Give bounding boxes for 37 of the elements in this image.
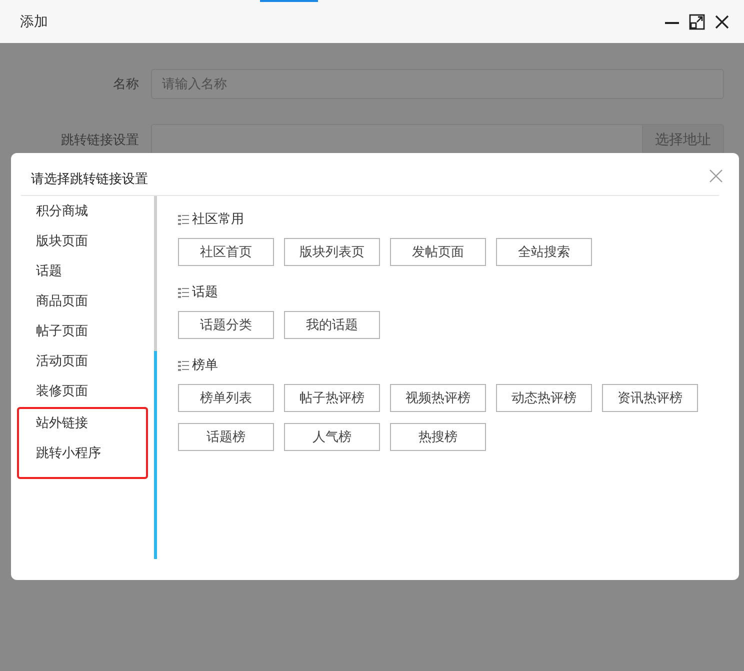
link-option-button[interactable]: 人气榜 — [284, 423, 380, 451]
list-icon[interactable] — [178, 286, 189, 298]
link-option-button[interactable]: 视频热评榜 — [390, 384, 486, 412]
link-option-button[interactable]: 社区首页 — [178, 238, 274, 266]
sidebar-item[interactable]: 话题 — [21, 257, 147, 287]
tab-indicator — [260, 0, 318, 2]
link-option-button[interactable]: 话题榜 — [178, 423, 274, 451]
list-icon[interactable] — [178, 360, 189, 370]
link-option-button[interactable]: 发帖页面 — [390, 238, 486, 266]
sidebar-item[interactable]: 装修页面 — [21, 377, 147, 407]
sidebar-item[interactable]: 站外链接 — [21, 409, 146, 439]
scrollbar[interactable] — [154, 196, 157, 559]
window-title: 添加 — [20, 12, 49, 30]
field-label: 跳转链接设置 — [60, 132, 140, 149]
section-title: 榜单 — [192, 357, 218, 374]
section-title: 社区常用 — [192, 211, 244, 228]
link-option-button[interactable]: 资讯热评榜 — [602, 384, 698, 412]
link-option-button[interactable]: 全站搜索 — [496, 238, 592, 266]
link-option-button[interactable]: 版块列表页 — [284, 238, 380, 266]
list-icon[interactable] — [178, 214, 189, 224]
dialog-title: 请选择跳转链接设置 — [31, 171, 148, 188]
maximize-icon[interactable] — [689, 14, 705, 30]
link-option-button[interactable]: 我的话题 — [284, 311, 380, 339]
sidebar-item[interactable]: 帖子页面 — [21, 317, 147, 347]
field-label: 名称 — [112, 76, 140, 93]
link-option-button[interactable]: 榜单列表 — [178, 384, 274, 412]
section-title: 话题 — [192, 284, 218, 301]
link-option-button[interactable]: 帖子热评榜 — [284, 384, 380, 412]
link-option-button[interactable]: 热搜榜 — [390, 423, 486, 451]
close-icon[interactable] — [714, 14, 730, 30]
sidebar-item[interactable]: 活动页面 — [21, 347, 147, 377]
link-option-button[interactable]: 动态热评榜 — [496, 384, 592, 412]
sidebar-item[interactable]: 版块页面 — [21, 227, 147, 257]
link-option-button[interactable]: 话题分类 — [178, 311, 274, 339]
sidebar-item[interactable]: 积分商城 — [21, 197, 147, 227]
sidebar-item[interactable]: 跳转小程序 — [21, 439, 146, 469]
sidebar-item[interactable]: 商品页面 — [21, 287, 147, 317]
